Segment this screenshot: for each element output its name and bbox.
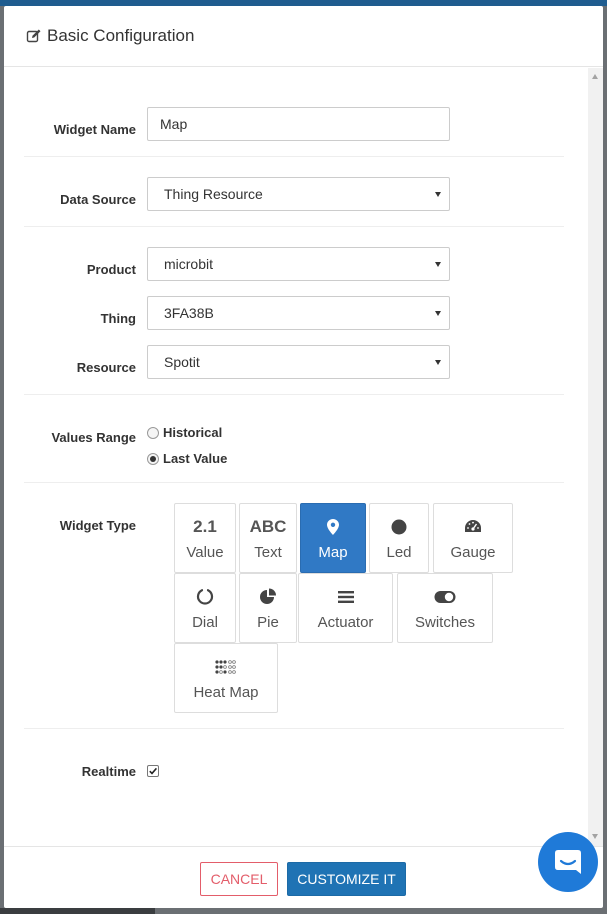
radio-label: Last Value [163,451,228,466]
widget-tile-dial[interactable]: Dial [174,573,236,643]
bars-icon [299,586,392,608]
modal-title: Basic Configuration [47,26,195,45]
scrollbar[interactable] [588,68,603,846]
widget-tile-switches[interactable]: Switches [397,573,493,643]
radio-last-value[interactable]: Last Value [147,451,227,466]
radio-button[interactable] [147,452,159,465]
divider [24,482,564,483]
text-icon: ABC [249,517,287,536]
radio-historical[interactable]: Historical [147,425,222,440]
widget-tile-value[interactable]: 2.1 Value [174,503,236,573]
value-icon: 2.1 [193,517,217,536]
toggle-icon [398,586,492,608]
caret-down-icon [435,360,441,365]
divider [24,394,564,395]
circle-notch-icon [175,586,235,608]
tile-label: Value [186,544,224,561]
divider [24,226,564,227]
divider [24,156,564,157]
widget-tile-heat-map[interactable]: Heat Map [174,643,278,713]
chat-icon [555,850,581,874]
circle-icon [370,516,428,538]
radio-label: Historical [163,425,223,440]
thing-label: Thing [100,311,136,326]
modal-footer: CANCEL CUSTOMIZE IT [4,846,603,908]
divider [24,728,564,729]
caret-down-icon [435,311,441,316]
widget-type-label: Widget Type [59,518,136,533]
data-source-select[interactable]: Thing Resource [147,177,450,211]
configuration-modal: Basic Configuration Widget Name Map Data… [4,6,603,908]
widget-tile-gauge[interactable]: Gauge [433,503,513,573]
tile-label: Heat Map [193,684,259,701]
tile-label: Gauge [450,544,496,561]
widget-name-input[interactable]: Map [147,107,450,141]
cancel-button[interactable]: CANCEL [200,862,278,896]
widget-tile-actuator[interactable]: Actuator [298,573,393,643]
radio-button[interactable] [147,426,159,439]
widget-name-label: Widget Name [53,122,136,137]
heat-map-icon [175,656,277,678]
scroll-up-icon[interactable] [592,74,598,79]
realtime-checkbox[interactable] [147,765,159,777]
widget-tile-pie[interactable]: Pie [239,573,297,643]
caret-down-icon [435,192,441,197]
product-select[interactable]: microbit [147,247,450,281]
tile-label: Actuator [317,614,374,631]
thing-value: 3FA38B [164,305,214,321]
tile-label: Switches [414,614,476,631]
pie-chart-icon [240,586,296,608]
data-source-value: Thing Resource [164,186,263,202]
tile-label: Led [386,544,412,561]
tile-label: Pie [257,614,279,631]
widget-tile-text[interactable]: ABC Text [239,503,297,573]
background-strip [0,908,155,914]
customize-button[interactable]: CUSTOMIZE IT [287,862,406,896]
tile-label: Dial [192,614,218,631]
edit-icon [26,28,42,44]
values-range-label: Values Range [51,430,136,445]
product-label: Product [86,262,136,277]
scroll-down-icon[interactable] [592,834,598,839]
tile-label: Text [254,544,282,561]
caret-down-icon [435,262,441,267]
thing-select[interactable]: 3FA38B [147,296,450,330]
data-source-label: Data Source [60,192,136,207]
widget-tile-map[interactable]: Map [300,503,366,573]
modal-header: Basic Configuration [4,6,603,67]
chat-launcher-button[interactable] [538,832,598,892]
product-value: microbit [164,256,214,272]
gauge-icon [434,516,512,538]
resource-select[interactable]: Spotit [147,345,450,379]
resource-label: Resource [76,360,136,375]
realtime-label: Realtime [81,764,136,779]
tile-label: Map [318,544,348,561]
modal-body: Widget Name Map Data Source Thing Resour… [4,68,588,846]
widget-tile-led[interactable]: Led [369,503,429,573]
resource-value: Spotit [164,354,200,370]
map-marker-icon [301,516,365,538]
